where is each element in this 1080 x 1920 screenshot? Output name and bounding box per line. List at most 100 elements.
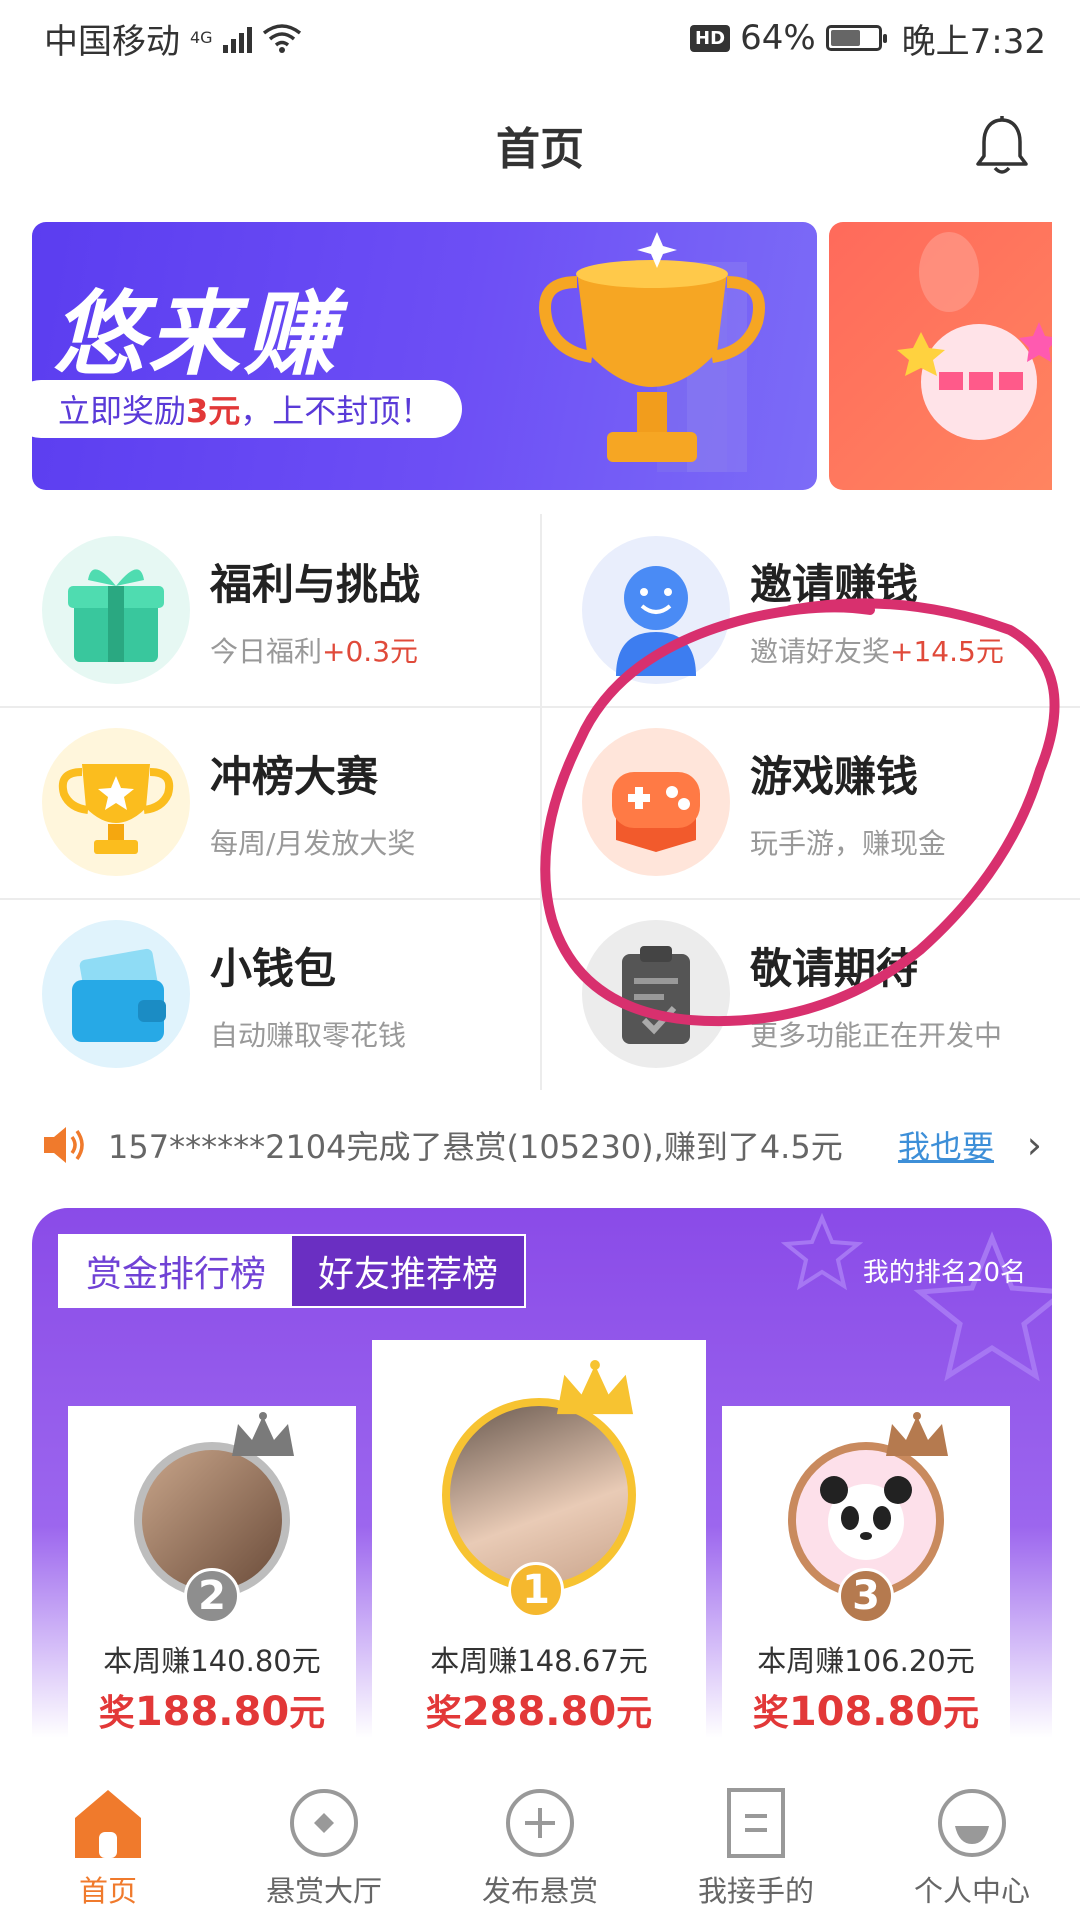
wallet-icon — [42, 920, 190, 1068]
gift-box-illustration — [897, 232, 1052, 440]
feature-title: 敬请期待 — [750, 943, 919, 993]
smiley-user-icon — [582, 536, 730, 684]
prize-prefix: 奖 — [752, 1693, 789, 1734]
feature-subtitle: 每周/月发放大奖 — [210, 822, 415, 862]
rank-badge: 2 — [184, 1568, 240, 1624]
nav-profile[interactable]: 个人中心 — [864, 1778, 1080, 1920]
feature-small-wallet[interactable]: 小钱包 自动赚取零花钱 — [0, 898, 540, 1090]
feature-grid: 福利与挑战 今日福利+0.3元 邀请赚钱 邀请好友奖+14.5元 冲榜大赛 每周… — [0, 514, 1080, 1090]
page-title: 首页 — [496, 124, 584, 175]
crown-icon — [232, 1412, 294, 1456]
crown-icon — [556, 1360, 634, 1415]
nav-label: 个人中心 — [913, 1874, 1030, 1908]
nav-label: 悬赏大厅 — [265, 1874, 382, 1908]
feature-subtitle: 邀请好友奖+14.5元 — [750, 630, 1004, 670]
nav-label: 我接手的 — [697, 1874, 814, 1908]
document-icon — [727, 1788, 785, 1858]
banner-pill-amount: 3元 — [186, 392, 241, 430]
feature-invite-earn[interactable]: 邀请赚钱 邀请好友奖+14.5元 — [540, 514, 1080, 706]
feature-coming-soon[interactable]: 敬请期待 更多功能正在开发中 — [540, 898, 1080, 1090]
feature-subtitle: 更多功能正在开发中 — [750, 1014, 1002, 1054]
signal-icon — [222, 23, 252, 53]
banner-next-slide[interactable] — [829, 222, 1052, 490]
my-rank-label: 我的排名20名 — [862, 1258, 1026, 1288]
prize-amount: 奖288.80元 — [372, 1684, 706, 1736]
banner-main-slide[interactable]: 悠来赚 立即奖励 3元 ，上不封顶！ — [32, 222, 817, 490]
plus-circle-icon — [506, 1789, 574, 1857]
ranking-card[interactable]: 3 本周赚106.20元 奖108.80元 — [722, 1406, 1010, 1738]
nav-my-tasks[interactable]: 我接手的 — [648, 1778, 864, 1920]
nav-label: 发布悬赏 — [481, 1874, 598, 1908]
chevron-right-icon[interactable]: › — [1027, 1123, 1042, 1167]
prize-value: 108.80 — [788, 1689, 944, 1735]
ranking-card[interactable]: 1 本周赚148.67元 奖288.80元 — [372, 1340, 706, 1738]
prize-prefix: 奖 — [425, 1693, 462, 1734]
status-right: HD 64% 晚上7:32 — [690, 14, 1046, 63]
feature-subtitle: 自动赚取零花钱 — [210, 1014, 406, 1054]
feature-subtitle-text: 自动赚取零花钱 — [210, 1018, 407, 1052]
weekly-earned: 本周赚148.67元 — [430, 1644, 648, 1678]
feature-title: 邀请赚钱 — [750, 559, 919, 609]
wifi-icon — [262, 24, 301, 53]
feature-subtitle: 玩手游，赚现金 — [750, 822, 946, 862]
feature-game-earn[interactable]: 游戏赚钱 玩手游，赚现金 — [540, 706, 1080, 898]
feature-subtitle-text: 玩手游，赚现金 — [750, 826, 947, 860]
status-left: 中国移动 4G — [44, 14, 302, 63]
gamepad-icon — [582, 728, 730, 876]
speaker-icon — [44, 1127, 84, 1163]
prize-unit: 元 — [616, 1693, 653, 1734]
clock: 晚上7:32 — [901, 21, 1046, 62]
banner-reward-pill: 立即奖励 3元 ，上不封顶！ — [32, 380, 463, 438]
nav-bounty-hall[interactable]: 悬赏大厅 — [216, 1778, 432, 1920]
feature-title: 福利与挑战 — [210, 559, 421, 609]
rank-badge: 1 — [508, 1562, 564, 1618]
weekly-earned: 本周赚106.20元 — [757, 1644, 975, 1678]
feature-ranking-contest[interactable]: 冲榜大赛 每周/月发放大奖 — [0, 706, 540, 898]
banner-pill-suffix: ，上不封顶！ — [240, 392, 433, 430]
tab-friend-recommend[interactable]: 好友推荐榜 — [292, 1236, 525, 1306]
feature-subtitle-highlight: +0.3元 — [322, 634, 419, 668]
feature-subtitle-text: 邀请好友奖 — [750, 634, 891, 668]
profile-icon — [938, 1789, 1006, 1857]
ranking-card[interactable]: 2 本周赚140.80元 奖188.80元 — [68, 1406, 356, 1738]
feature-title: 游戏赚钱 — [750, 751, 919, 801]
home-icon — [75, 1790, 141, 1858]
app-header: 首页 — [0, 100, 1080, 190]
bell-icon[interactable] — [974, 116, 1030, 176]
prize-value: 188.80 — [134, 1689, 290, 1735]
battery-level-fill — [830, 30, 861, 46]
nav-label: 首页 — [78, 1874, 137, 1908]
nav-publish-bounty[interactable]: 发布悬赏 — [432, 1778, 648, 1920]
feature-subtitle-text: 今日福利 — [210, 634, 323, 668]
me-too-link[interactable]: 我也要 — [898, 1122, 994, 1168]
ranking-panel: 赏金排行榜 好友推荐榜 我的排名20名 2 本周赚140.80元 奖188.80… — [32, 1208, 1052, 1738]
clipboard-check-icon — [582, 920, 730, 1068]
prize-value: 288.80 — [461, 1689, 617, 1735]
tab-bounty-ranking[interactable]: 赏金排行榜 — [60, 1236, 293, 1306]
battery-icon — [825, 25, 887, 51]
prize-amount: 奖188.80元 — [68, 1684, 356, 1736]
nav-home[interactable]: 首页 — [0, 1778, 216, 1920]
status-bar: 中国移动 4G HD 64% 晚上7:32 — [0, 0, 1080, 76]
feature-subtitle-highlight: +14.5元 — [890, 634, 1004, 668]
trophy-star-icon — [42, 728, 190, 876]
announcement-ticker: 157******2104完成了悬赏(105230),赚到了4.5元 我也要 › — [40, 1100, 1050, 1190]
prize-prefix: 奖 — [98, 1693, 135, 1734]
prize-unit: 元 — [943, 1693, 980, 1734]
rank-badge: 3 — [838, 1568, 894, 1624]
weekly-earned: 本周赚140.80元 — [103, 1644, 321, 1678]
prize-unit: 元 — [289, 1693, 326, 1734]
gift-icon — [42, 536, 190, 684]
hd-badge: HD — [690, 24, 731, 52]
feature-subtitle-text: 每周/月发放大奖 — [210, 826, 416, 860]
network-type-label: 4G — [190, 27, 213, 47]
feature-welfare-challenge[interactable]: 福利与挑战 今日福利+0.3元 — [0, 514, 540, 706]
feature-title: 小钱包 — [210, 943, 337, 993]
prize-amount: 奖108.80元 — [722, 1684, 1010, 1736]
battery-percent: 64% — [740, 18, 816, 58]
star-decoration-icon — [780, 1212, 1052, 1382]
banner-carousel[interactable]: 悠来赚 立即奖励 3元 ，上不封顶！ — [32, 222, 1052, 490]
bounty-hall-icon — [290, 1789, 358, 1857]
feature-subtitle-text: 更多功能正在开发中 — [750, 1018, 1003, 1052]
ranking-tabs: 赏金排行榜 好友推荐榜 — [58, 1234, 527, 1308]
